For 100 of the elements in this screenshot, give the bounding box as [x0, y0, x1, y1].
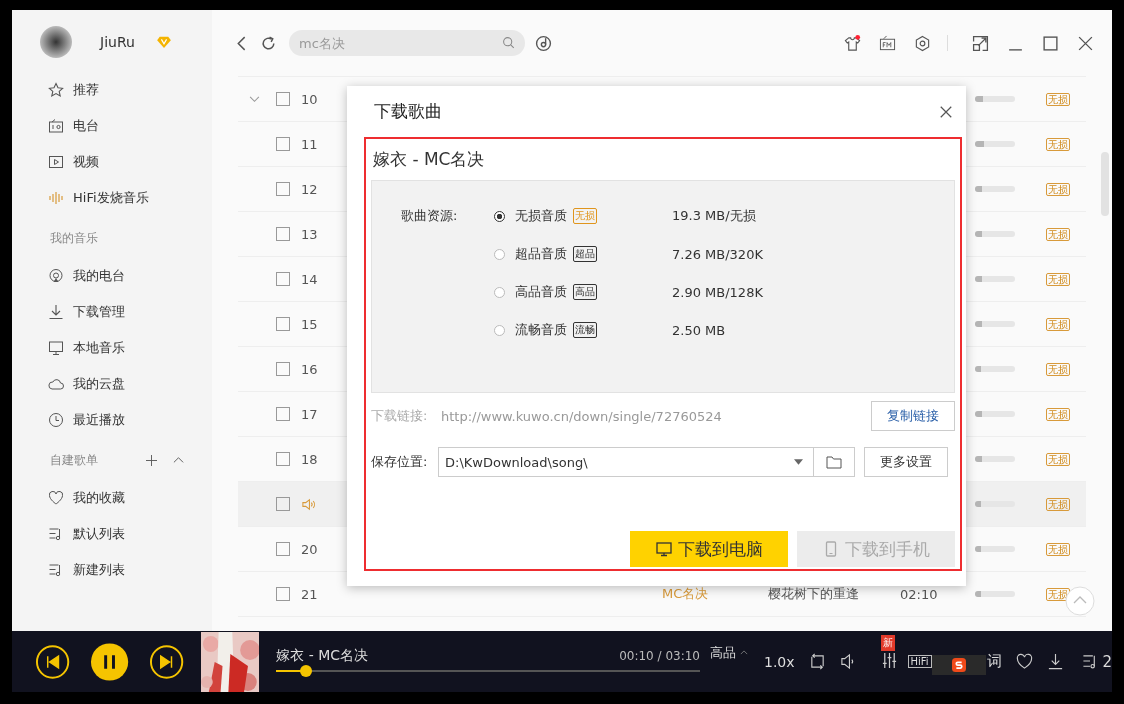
heart-icon[interactable] — [1016, 653, 1034, 670]
video-icon — [48, 154, 64, 170]
avatar[interactable] — [40, 26, 72, 58]
quality-label[interactable]: 流畅音质 — [515, 321, 567, 339]
ime-logo-icon — [952, 657, 967, 672]
sidebar-item[interactable]: HiFi发烧音乐 — [48, 180, 188, 216]
maximize-icon[interactable] — [1042, 34, 1059, 52]
next-button[interactable] — [149, 643, 185, 680]
sidebar-item[interactable]: 新建列表 — [48, 552, 188, 588]
sidebar-item[interactable]: 推荐 — [48, 72, 188, 108]
track-number: 21 — [301, 586, 318, 602]
dropdown-caret-icon — [794, 459, 803, 465]
radio-button[interactable] — [494, 324, 505, 336]
quality-tag: 流畅 — [573, 322, 597, 338]
checkbox[interactable] — [276, 272, 290, 286]
playlist-button[interactable]: 2 — [1068, 652, 1112, 671]
radio-button[interactable] — [494, 286, 505, 298]
speaker-icon — [301, 496, 316, 512]
quality-label[interactable]: 高品音质 — [515, 283, 567, 301]
album-name[interactable]: 樱花树下的重逢 — [768, 586, 859, 601]
copy-link-button[interactable]: 复制链接 — [871, 401, 955, 431]
search-field[interactable]: mc名决 — [289, 30, 525, 56]
checkbox[interactable] — [276, 452, 290, 466]
pause-button[interactable] — [90, 641, 130, 682]
lossless-badge: 无损 — [1046, 543, 1070, 556]
speed-button[interactable]: 1.0x — [763, 653, 795, 670]
checkbox[interactable] — [276, 497, 290, 511]
radio-button[interactable] — [494, 210, 505, 222]
checkbox[interactable] — [276, 587, 290, 601]
shirt-icon[interactable] — [844, 34, 861, 52]
checkbox[interactable] — [276, 407, 290, 421]
collapse-icon[interactable] — [173, 454, 184, 466]
sidebar-item[interactable]: 视频 — [48, 144, 188, 180]
quality-label[interactable]: 无损音质 — [515, 207, 567, 225]
lossless-badge: 无损 — [1046, 273, 1070, 286]
track-number: 18 — [301, 451, 318, 467]
lyrics-button[interactable]: 词 — [987, 652, 1003, 671]
checkbox[interactable] — [276, 182, 290, 196]
lossless-badge: 无损 — [1046, 318, 1070, 331]
hifi-button[interactable]: HiFi — [907, 655, 932, 668]
close-icon[interactable] — [939, 104, 953, 119]
previous-button[interactable] — [35, 643, 71, 680]
equalizer-icon[interactable] — [880, 651, 898, 669]
checkbox[interactable] — [276, 542, 290, 556]
lossless-badge: 无损 — [1046, 138, 1070, 151]
checkbox[interactable] — [276, 362, 290, 376]
sound-wave-icon — [48, 190, 64, 206]
lossless-badge: 无损 — [1046, 93, 1070, 106]
playback-time: 00:10 / 03:10 — [619, 648, 700, 663]
file-size: 19.3 MB/无损 — [672, 207, 757, 225]
caret-up-icon — [739, 650, 748, 655]
heart-icon — [48, 490, 64, 506]
quality-label[interactable]: 超品音质 — [515, 245, 567, 263]
add-icon[interactable] — [146, 454, 157, 466]
diamond-icon — [156, 36, 171, 48]
sidebar-item[interactable]: 电台 — [48, 108, 188, 144]
star-icon — [48, 82, 64, 98]
folder-icon — [826, 455, 842, 469]
track-number: 14 — [301, 271, 318, 287]
sidebar-item[interactable]: 最近播放 — [48, 402, 188, 438]
mini-mode-icon[interactable] — [972, 34, 989, 52]
checkbox[interactable] — [276, 137, 290, 151]
ime-toolbar[interactable] — [931, 654, 987, 675]
repeat-icon[interactable] — [808, 653, 826, 670]
sidebar-item[interactable]: 默认列表 — [48, 516, 188, 552]
download-button[interactable]: 下载到电脑 — [630, 531, 788, 567]
section-title: 我的音乐 — [50, 230, 98, 246]
dialog-title: 下载歌曲 — [374, 100, 442, 123]
monitor-icon — [48, 340, 64, 356]
radio-button[interactable] — [494, 248, 505, 260]
close-icon[interactable] — [1077, 34, 1094, 52]
sidebar-item[interactable]: 我的收藏 — [48, 480, 188, 516]
fm-icon[interactable] — [879, 34, 896, 52]
more-settings-button[interactable]: 更多设置 — [864, 447, 948, 477]
checkbox[interactable] — [276, 227, 290, 241]
track-number: 12 — [301, 181, 318, 197]
track-number: 16 — [301, 361, 318, 377]
checkbox[interactable] — [276, 317, 290, 331]
sidebar-item[interactable]: 下载管理 — [48, 294, 188, 330]
field-label: 保存位置: — [371, 453, 429, 471]
user-name[interactable]: JiuRu — [100, 34, 135, 50]
checkbox[interactable] — [276, 92, 290, 106]
duration: 02:10 — [900, 586, 938, 602]
quality-dropdown[interactable]: 高品 — [709, 643, 748, 662]
radio-icon — [48, 118, 64, 134]
download-icon[interactable] — [1047, 653, 1065, 670]
music-disc-icon[interactable] — [535, 34, 552, 52]
search-icon[interactable] — [502, 36, 515, 49]
save-path-dropdown[interactable]: D:\KwDownload\song\ — [438, 447, 814, 477]
settings-icon[interactable] — [914, 34, 931, 52]
refresh-icon[interactable] — [260, 34, 277, 52]
sidebar-item[interactable]: 本地音乐 — [48, 330, 188, 366]
track-number: 11 — [301, 136, 318, 152]
sidebar-item[interactable]: 我的云盘 — [48, 366, 188, 402]
track-number: 15 — [301, 316, 318, 332]
lossless-badge: 无损 — [1046, 498, 1070, 511]
sidebar-item[interactable]: 我的电台 — [48, 258, 188, 294]
scrollbar-thumb[interactable] — [1101, 152, 1109, 216]
track-number: 17 — [301, 406, 318, 422]
lossless-badge: 无损 — [1046, 228, 1070, 241]
